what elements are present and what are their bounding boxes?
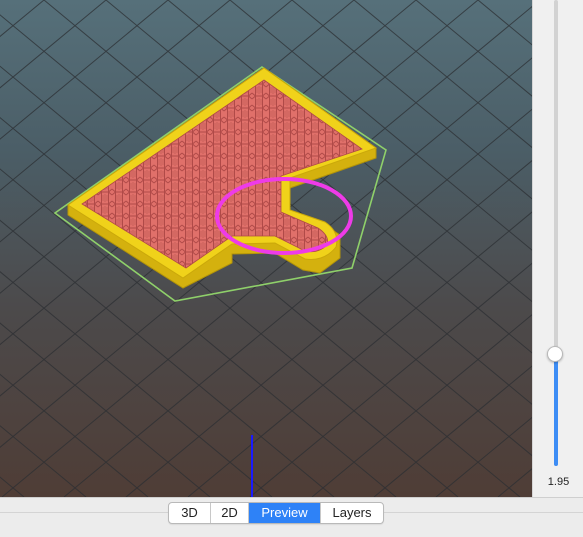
layer-slider-thumb[interactable] [547,346,563,363]
grid-line [477,0,532,46]
grid-line [415,0,532,97]
grid-line [497,468,532,497]
grid-line [373,365,532,497]
grid-line [0,0,45,38]
bottom-toolbar: 3D 2D Preview Layers [0,497,583,537]
grid-line [0,476,25,497]
grid-line [0,0,107,89]
tab-2d[interactable]: 2D [211,503,249,523]
tab-preview[interactable]: Preview [249,503,321,523]
grid-line [0,425,87,497]
layer-slider-fill [554,354,558,466]
preview-viewport[interactable] [0,0,532,497]
part-model [67,67,378,289]
view-mode-control: 3D 2D Preview Layers [168,502,384,524]
layer-height-value: 1.95 [547,476,570,488]
grid-line [311,314,532,497]
layer-sidebar: 1.95 [532,0,583,497]
tab-3d[interactable]: 3D [169,503,211,523]
preview-canvas[interactable] [0,0,532,497]
tab-layers[interactable]: Layers [321,503,383,523]
